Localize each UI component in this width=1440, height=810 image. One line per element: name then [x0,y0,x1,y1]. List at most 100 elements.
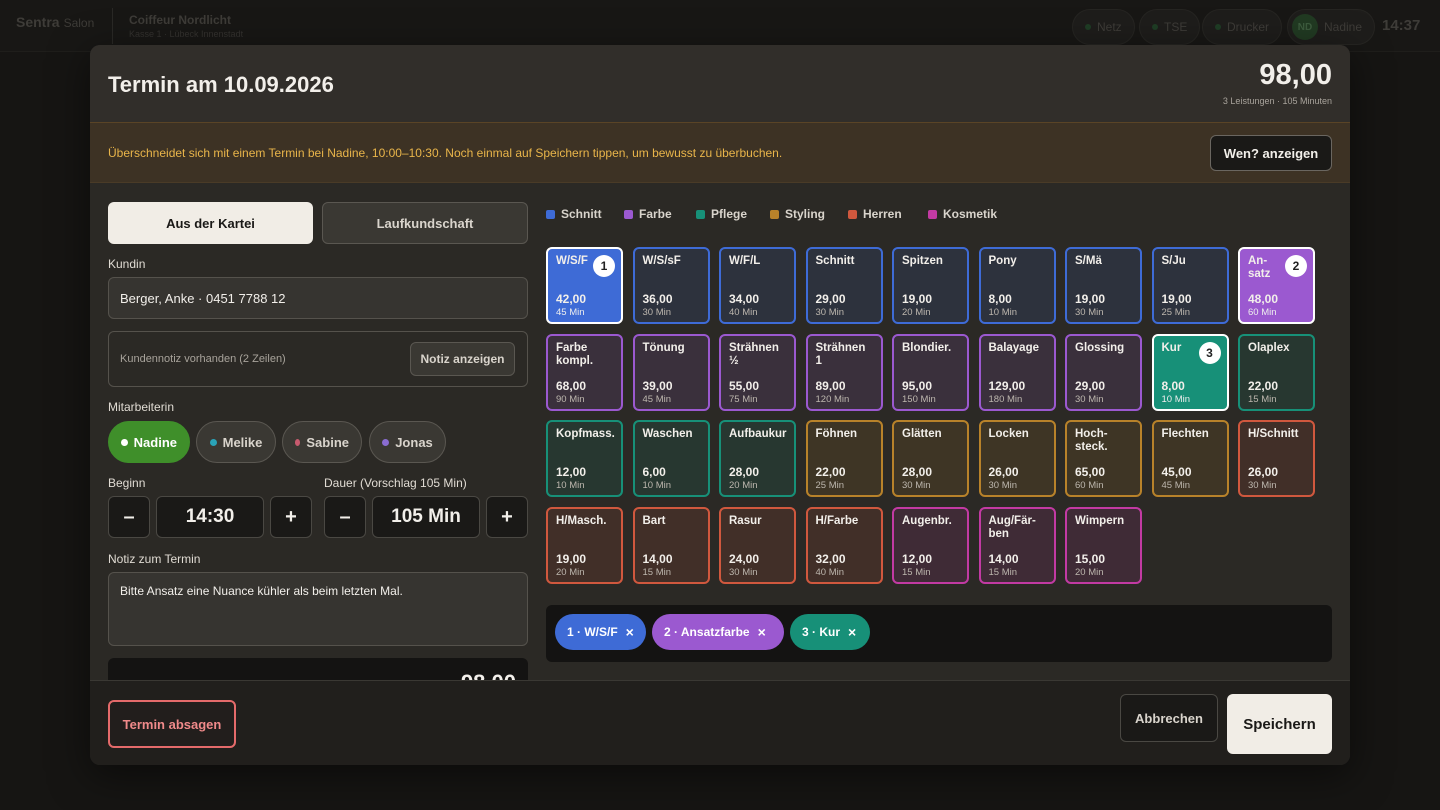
selected-service-tag[interactable]: 1 · W/S/F × [555,614,646,650]
service-name: S/Ju [1161,255,1186,267]
tab-from-card-file[interactable]: Aus der Kartei [108,202,313,244]
duration-value[interactable]: 105 Min [372,496,480,538]
service-tile[interactable]: Tönung 39,00 45 Min [632,333,710,411]
service-tile[interactable]: Schnitt 29,00 30 Min [805,247,883,324]
service-tile[interactable]: W/F/L 34,00 40 Min [719,247,796,324]
service-tile[interactable]: W/S/sF 36,00 30 Min [632,247,710,324]
service-duration: 90 Min [556,393,585,405]
status-dot-icon [1215,24,1221,30]
customer-field[interactable]: Berger, Anke · 0451 7788 12 [108,277,528,319]
service-tile[interactable]: Wimpern 15,00 20 Min [1065,507,1142,585]
service-tile[interactable]: An-satz 48,00 60 Min 2 [1238,247,1315,324]
service-duration: 20 Min [902,307,931,318]
service-tile[interactable]: Kur 8,00 10 Min 3 [1151,333,1229,411]
service-tile[interactable]: Strähnen 1 89,00 120 Min [805,333,883,411]
service-price: 19,00 [556,552,587,567]
service-name: Glossing [1075,341,1125,354]
status-tse[interactable]: TSE [1139,9,1201,45]
service-duration: 30 Min [902,480,931,492]
service-tile[interactable]: Aufbaukur 28,00 20 Min [719,420,796,498]
brand-logo: Sentra Salon [16,14,95,30]
service-duration: 20 Min [729,480,758,492]
selected-service-tag[interactable]: 2 · Ansatzfarbe × [652,614,784,650]
staff-chip-nadine[interactable]: Nadine [108,421,190,463]
service-tile[interactable]: W/S/F 42,00 45 Min 1 [546,247,623,324]
service-price: 45,00 [1161,465,1192,480]
service-duration: 25 Min [1161,307,1191,318]
service-tile[interactable]: Flechten 45,00 45 Min [1151,420,1229,498]
service-price: 19,00 [1075,292,1106,306]
selection-order-badge: 1 [593,255,615,277]
service-tile[interactable]: Föhnen 22,00 25 Min [805,420,883,498]
service-duration: 25 Min [815,480,845,492]
show-conflict-button[interactable]: Wen? anzeigen [1210,135,1332,171]
service-price: 22,00 [815,465,846,480]
service-tile[interactable]: Hoch-steck. 65,00 60 Min [1065,420,1142,498]
staff-chip-jonas[interactable]: Jonas [369,421,446,463]
service-tile[interactable]: Kopfmass. 12,00 10 Min [546,420,623,498]
service-tile[interactable]: Aug/Fär-ben 14,00 15 Min [978,507,1056,585]
service-tile[interactable]: S/Mä 19,00 30 Min [1065,247,1142,324]
status-drucker[interactable]: Drucker [1202,9,1283,45]
service-tile[interactable]: Rasur 24,00 30 Min [719,507,796,585]
begin-time-value[interactable]: 14:30 [156,496,264,538]
staff-chip-melike[interactable]: Melike [196,421,276,463]
service-tile[interactable]: H/Masch. 19,00 20 Min [546,507,623,585]
customer-note-text: Kundennotiz vorhanden (2 Zeilen) [120,353,286,365]
service-tile[interactable]: Locken 26,00 30 Min [978,420,1056,498]
service-name: Aufbaukur [729,428,787,441]
begin-increase-button[interactable]: + [270,496,312,538]
staff-color-dot-icon [209,438,217,446]
service-tile[interactable]: H/Farbe 32,00 40 Min [805,507,883,585]
remove-icon[interactable]: × [626,624,634,640]
service-duration: 30 Min [642,307,672,318]
service-name: Balayage [988,341,1040,354]
duration-label: Dauer (Vorschlag 105 Min) [324,476,467,490]
duration-increase-button[interactable]: + [486,496,528,538]
service-tile[interactable]: Blondier. 95,00 150 Min [892,333,969,411]
begin-label: Beginn [108,476,146,490]
service-tile[interactable]: Glossing 29,00 30 Min [1065,333,1142,411]
service-tile[interactable]: Augenbr. 12,00 15 Min [892,507,969,585]
begin-decrease-button[interactable]: – [108,496,150,538]
service-name: W/S/sF [642,255,681,267]
service-duration: 45 Min [1161,480,1191,492]
page-title: Termin am 10.09.2026 [108,72,334,97]
service-duration: 15 Min [642,567,672,579]
service-duration: 75 Min [729,393,758,405]
service-name: W/F/L [729,255,761,267]
service-tile[interactable]: Pony 8,00 10 Min [978,247,1056,324]
service-tile[interactable]: S/Ju 19,00 25 Min [1151,247,1229,324]
staff-color-dot-icon [382,438,390,446]
remove-icon[interactable]: × [758,624,766,640]
service-duration: 60 Min [1248,307,1277,318]
service-tile[interactable]: Olaplex 22,00 15 Min [1238,333,1315,411]
service-tile[interactable]: Balayage 129,00 180 Min [978,333,1056,411]
service-name: Waschen [642,428,693,441]
service-name: Aug/Fär-ben [988,515,1036,541]
service-name: Locken [988,428,1029,441]
user-menu[interactable]: ND Nadine [1287,9,1376,45]
service-tile[interactable]: Waschen 6,00 10 Min [632,420,710,498]
remove-icon[interactable]: × [848,624,856,640]
service-tile[interactable]: Bart 14,00 15 Min [632,507,710,585]
duration-decrease-button[interactable]: – [324,496,366,538]
service-tile[interactable]: Spitzen 19,00 20 Min [892,247,969,324]
cancel-appointment-button[interactable]: Termin absagen [108,700,236,748]
legend-kosmetik: Kosmetik [928,207,997,221]
save-button[interactable]: Speichern [1227,694,1332,754]
selected-service-tag[interactable]: 3 · Kur × [790,614,870,650]
status-netz[interactable]: Netz [1072,9,1135,45]
tab-walk-in[interactable]: Laufkundschaft [322,202,528,244]
appointment-note-field[interactable]: Bitte Ansatz eine Nuance kühler als beim… [108,572,528,646]
service-name: Föhnen [815,428,858,441]
service-tile[interactable]: H/Schnitt 26,00 30 Min [1238,420,1315,498]
service-name: Rasur [729,515,762,528]
abort-button[interactable]: Abbrechen [1120,694,1218,742]
staff-chip-sabine[interactable]: Sabine [282,421,362,463]
show-note-button[interactable]: Notiz anzeigen [410,342,515,376]
service-tile[interactable]: Glätten 28,00 30 Min [892,420,969,498]
service-price: 32,00 [815,552,846,567]
service-tile[interactable]: Strähnen ½ 55,00 75 Min [719,333,796,411]
service-tile[interactable]: Farbe kompl. 68,00 90 Min [546,333,623,411]
